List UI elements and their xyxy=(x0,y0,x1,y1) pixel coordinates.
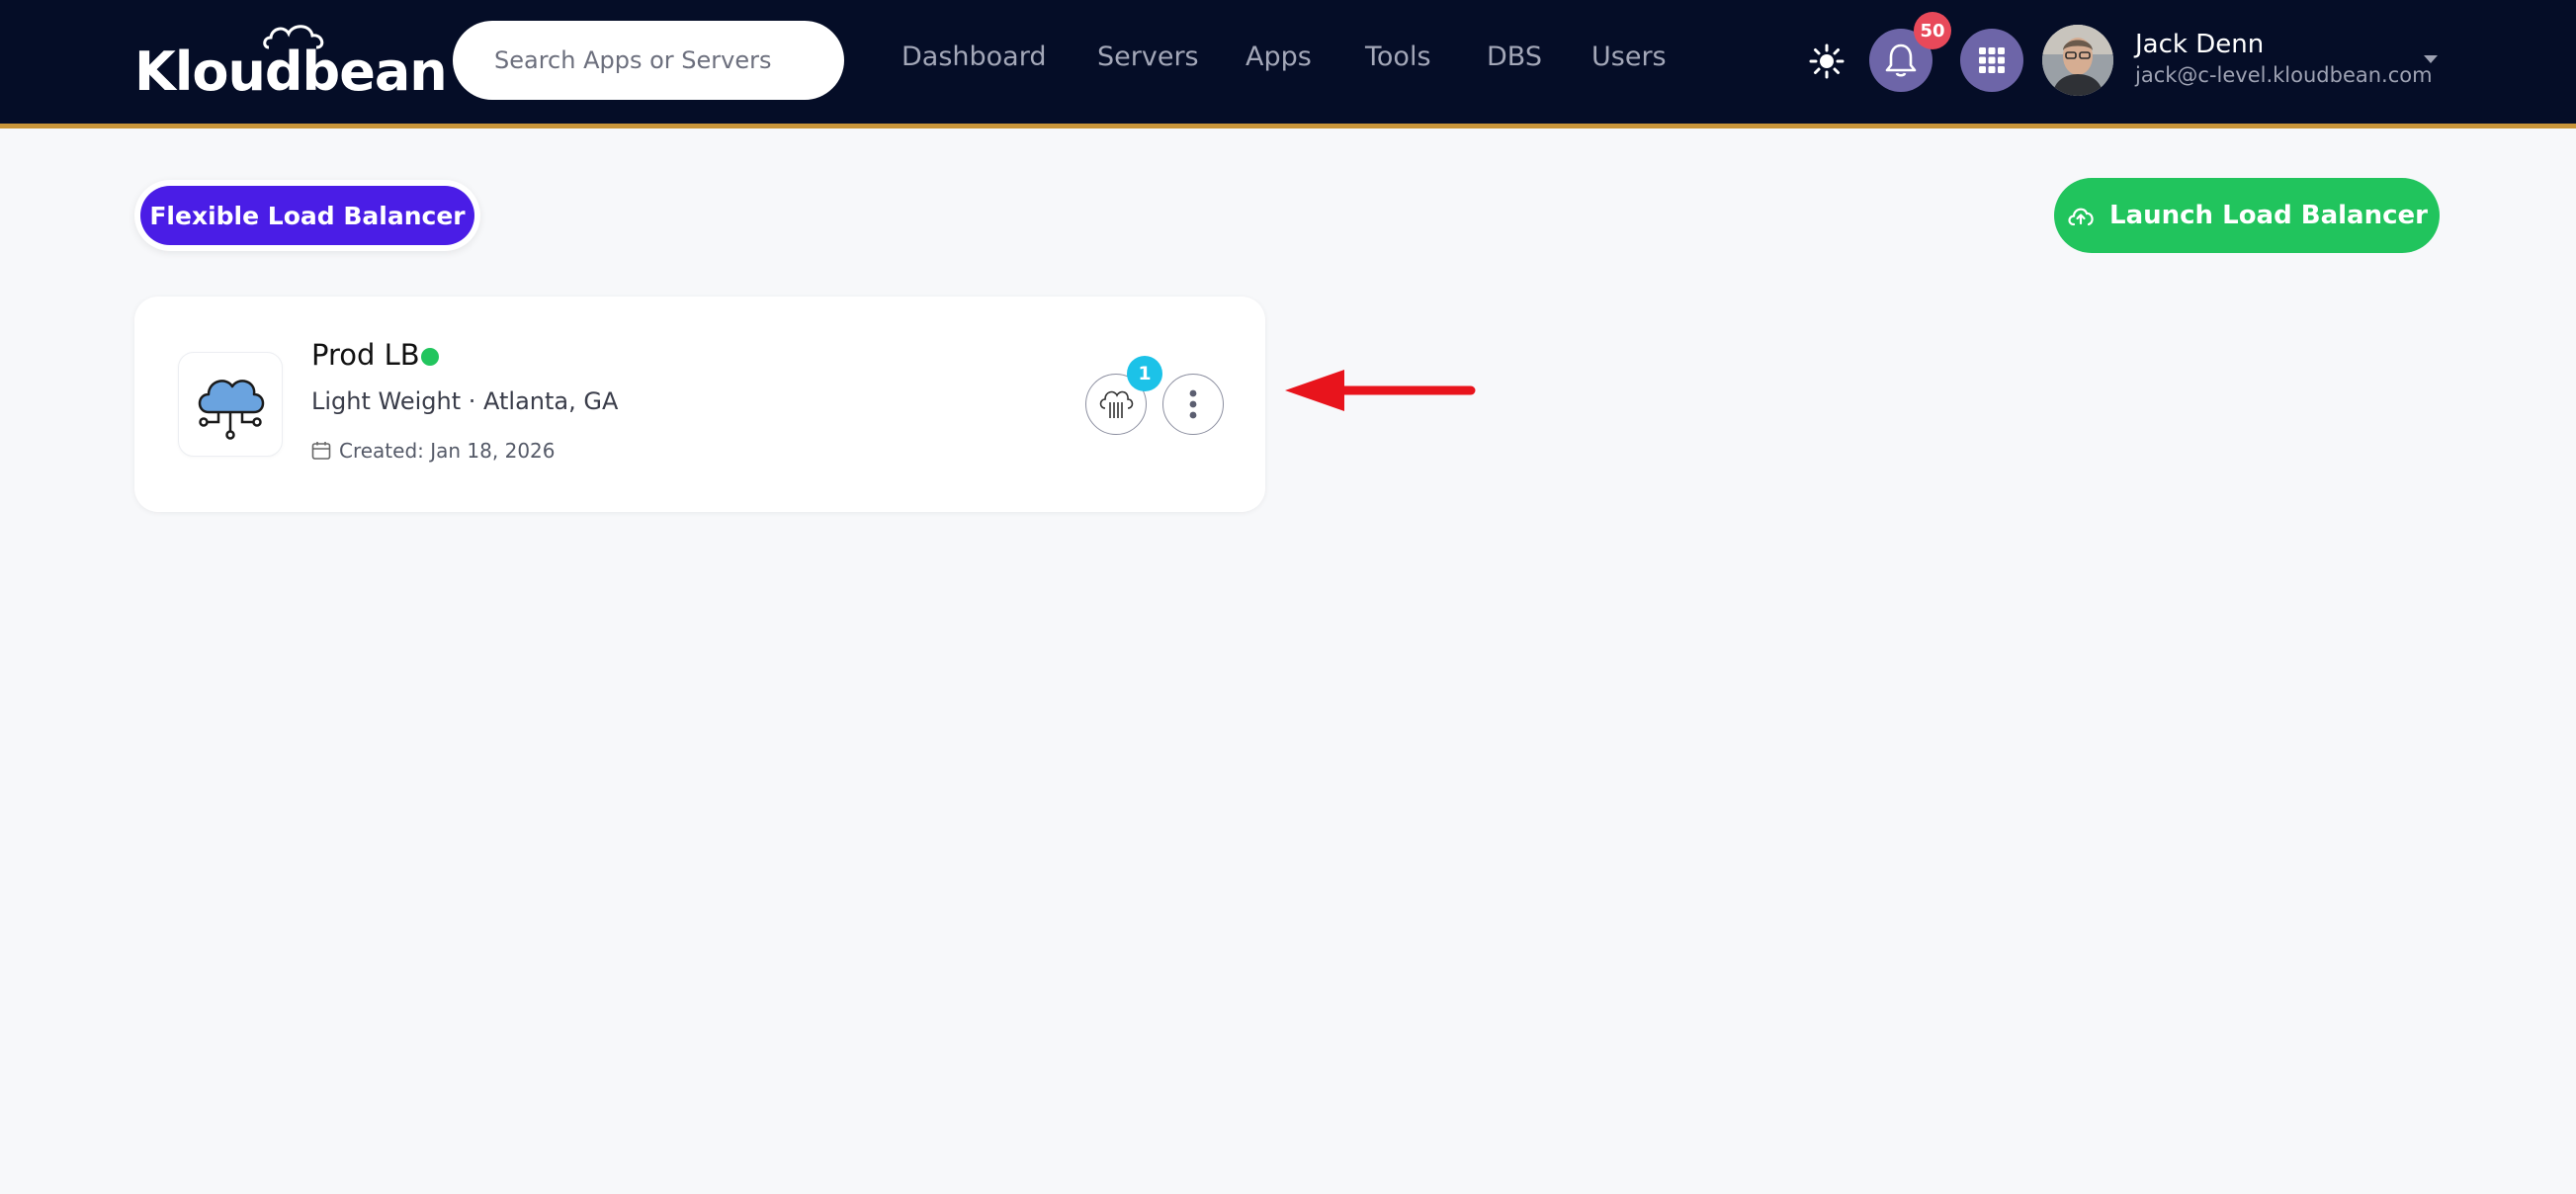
created-date-text: Created: Jan 18, 2026 xyxy=(339,439,556,463)
filter-pill-container: Flexible Load Balancer xyxy=(134,180,480,251)
flexible-load-balancer-tab[interactable]: Flexible Load Balancer xyxy=(140,186,474,245)
red-arrow-annotation-icon xyxy=(1285,370,1476,411)
calendar-icon xyxy=(311,442,331,460)
avatar-photo xyxy=(2042,25,2113,96)
bell-icon xyxy=(1885,43,1917,77)
cloud-network-icon xyxy=(198,380,265,440)
chevron-down-icon[interactable] xyxy=(2424,55,2438,64)
load-balancer-plan-location: Light Weight · Atlanta, GA xyxy=(311,387,619,415)
cloud-server-icon xyxy=(1099,390,1134,418)
vertical-dots-icon xyxy=(1189,389,1197,419)
search-input[interactable] xyxy=(492,45,822,75)
logo-cloud-icon xyxy=(263,25,324,49)
kloudbean-logo[interactable]: Kloudbean xyxy=(134,25,448,103)
grid-icon xyxy=(1979,47,2005,73)
load-balancer-thumbnail xyxy=(178,352,283,457)
sun-icon[interactable] xyxy=(1809,43,1845,79)
logo-text: Kloudbean xyxy=(134,41,448,103)
load-balancer-card[interactable]: Prod LB Light Weight · Atlanta, GA Creat… xyxy=(134,297,1265,512)
apps-grid-button[interactable] xyxy=(1960,29,2023,92)
load-balancer-name[interactable]: Prod LB xyxy=(311,338,420,372)
status-indicator xyxy=(421,348,439,366)
top-navigation-bar: Kloudbean Dashboard Servers Apps Tools D… xyxy=(0,0,2576,128)
search-box[interactable] xyxy=(453,21,844,100)
user-email[interactable]: jack@c-level.kloudbean.com xyxy=(2135,63,2433,87)
nav-tools[interactable]: Tools xyxy=(1365,42,1431,72)
user-avatar[interactable] xyxy=(2042,25,2113,96)
nav-dashboard[interactable]: Dashboard xyxy=(902,42,1046,72)
nav-servers[interactable]: Servers xyxy=(1097,42,1199,72)
nav-users[interactable]: Users xyxy=(1591,42,1667,72)
launch-load-balancer-label: Launch Load Balancer xyxy=(2109,201,2428,230)
notification-count-badge: 50 xyxy=(1914,12,1951,49)
nav-dbs[interactable]: DBS xyxy=(1487,42,1542,72)
user-name[interactable]: Jack Denn xyxy=(2135,30,2264,59)
more-options-button[interactable] xyxy=(1162,374,1224,435)
launch-load-balancer-button[interactable]: Launch Load Balancer xyxy=(2054,178,2440,253)
cloud-upload-icon xyxy=(2068,208,2094,226)
attached-servers-count-badge: 1 xyxy=(1127,356,1162,391)
load-balancer-created-date: Created: Jan 18, 2026 xyxy=(311,439,556,463)
nav-apps[interactable]: Apps xyxy=(1245,42,1312,72)
